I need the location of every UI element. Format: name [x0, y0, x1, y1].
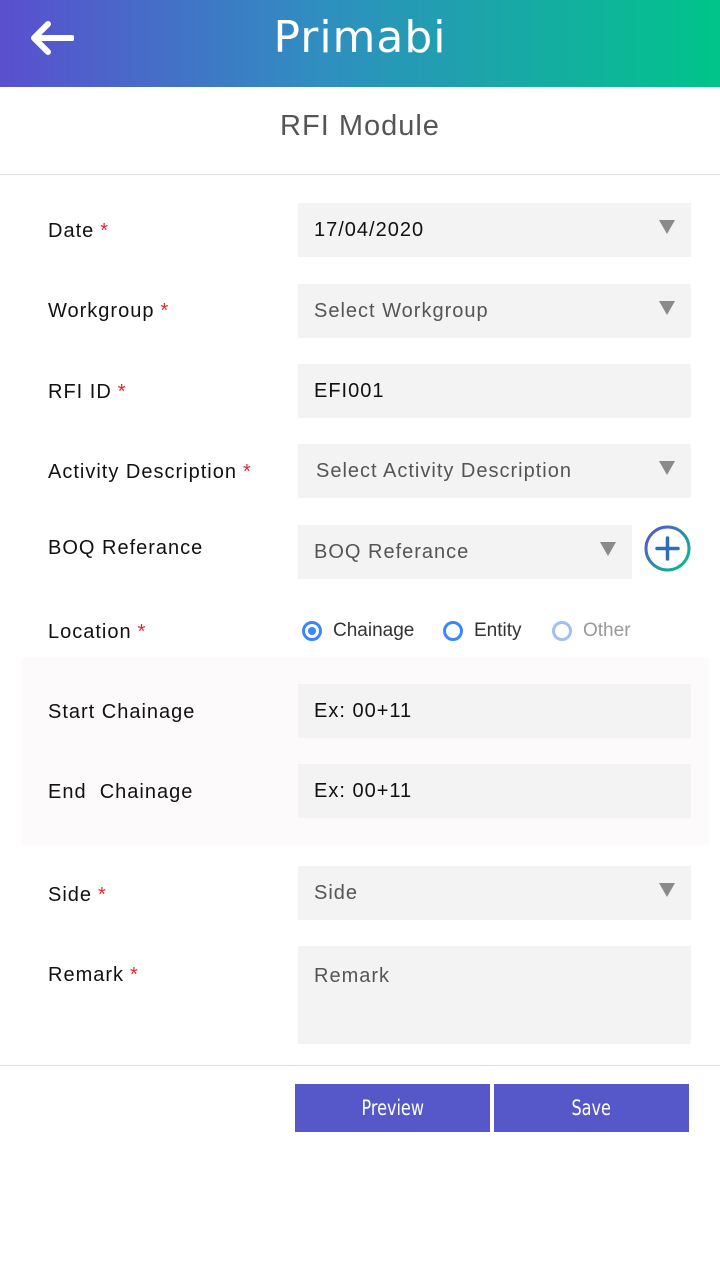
- radio-unchecked-icon: [552, 621, 572, 641]
- radio-entity[interactable]: Entity: [443, 620, 522, 642]
- app-header: Primabi: [0, 0, 720, 87]
- end-chainage-input[interactable]: Ex: 00+11: [298, 764, 691, 818]
- end-chainage-placeholder: Ex: 00+11: [314, 779, 413, 802]
- location-label: Location *: [48, 621, 147, 643]
- remark-placeholder: Remark: [314, 965, 391, 987]
- side-select[interactable]: Side: [298, 866, 691, 920]
- end-chainage-label: End Chainage: [48, 781, 194, 803]
- chevron-down-icon: [600, 542, 616, 556]
- plus-circle-icon[interactable]: [644, 525, 691, 572]
- chevron-down-icon: [659, 301, 675, 315]
- activity-placeholder: Select Activity Description: [316, 459, 572, 482]
- boq-select[interactable]: BOQ Referance: [298, 525, 632, 579]
- preview-button[interactable]: Preview: [295, 1084, 490, 1132]
- start-chainage-input[interactable]: Ex: 00+11: [298, 684, 691, 738]
- rfi-id-label: RFI ID *: [48, 381, 127, 403]
- boq-placeholder: BOQ Referance: [314, 540, 470, 563]
- rfi-id-value: EFI001: [314, 379, 385, 402]
- start-chainage-placeholder: Ex: 00+11: [314, 699, 413, 722]
- remark-label: Remark *: [48, 964, 139, 986]
- divider: [0, 1065, 720, 1066]
- workgroup-label: Workgroup *: [48, 300, 170, 322]
- activity-select[interactable]: Select Activity Description: [298, 444, 691, 498]
- side-placeholder: Side: [314, 881, 359, 904]
- workgroup-select[interactable]: Select Workgroup: [298, 284, 691, 338]
- chevron-down-icon: [659, 883, 675, 897]
- page-title: RFI Module: [280, 110, 440, 142]
- start-chainage-label: Start Chainage: [48, 701, 196, 723]
- app-logo: Primabi: [273, 12, 447, 63]
- workgroup-placeholder: Select Workgroup: [314, 299, 489, 322]
- chevron-down-icon: [659, 461, 675, 475]
- rfi-id-input[interactable]: EFI001: [298, 364, 691, 418]
- date-value: 17/04/2020: [314, 218, 425, 241]
- radio-chainage[interactable]: Chainage: [302, 620, 414, 642]
- date-select[interactable]: 17/04/2020: [298, 203, 691, 257]
- radio-other[interactable]: Other: [552, 620, 631, 642]
- date-label: Date *: [48, 220, 110, 242]
- boq-label: BOQ Referance: [48, 537, 204, 559]
- activity-label: Activity Description *: [48, 461, 252, 483]
- save-button[interactable]: Save: [494, 1084, 689, 1132]
- side-label: Side *: [48, 884, 107, 906]
- remark-textarea[interactable]: Remark: [298, 946, 691, 1044]
- divider: [0, 174, 720, 175]
- radio-unchecked-icon: [443, 621, 463, 641]
- radio-checked-icon: [302, 621, 322, 641]
- chevron-down-icon: [659, 220, 675, 234]
